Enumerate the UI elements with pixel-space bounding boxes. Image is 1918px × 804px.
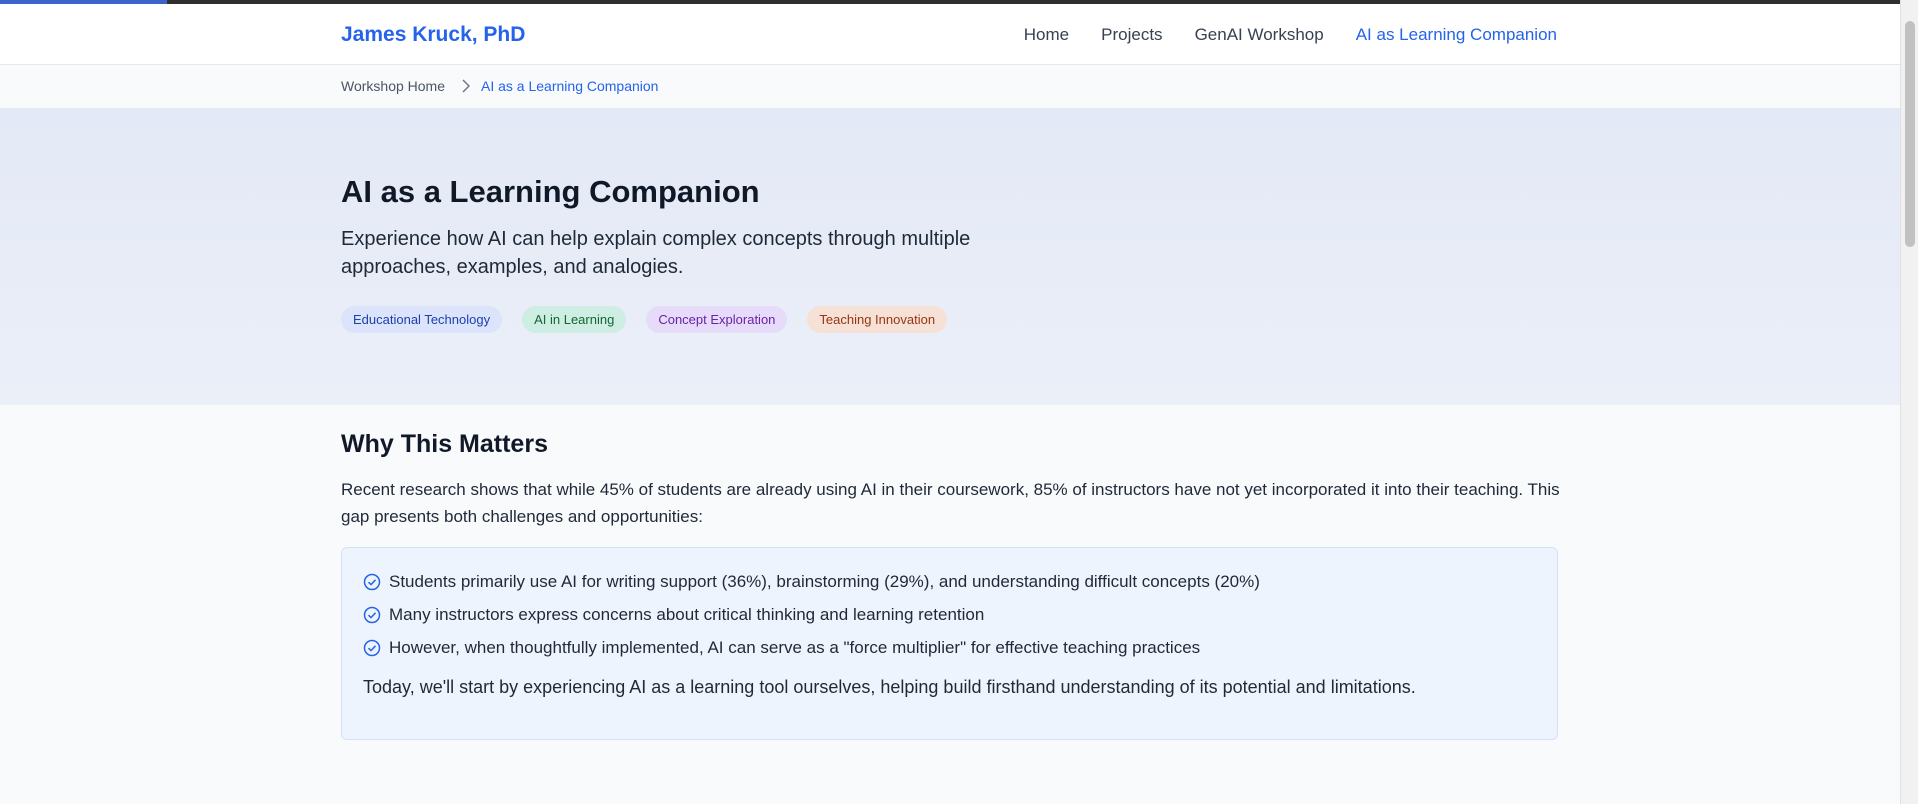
chevron-right-icon xyxy=(462,79,471,93)
nav-home[interactable]: Home xyxy=(1024,25,1069,45)
page-title: AI as a Learning Companion xyxy=(341,174,760,209)
breadcrumb-current: AI as a Learning Companion xyxy=(481,78,659,94)
vertical-scrollbar[interactable] xyxy=(1900,0,1918,804)
check-circle-icon xyxy=(363,606,381,623)
site-header: James Kruck, PhD Home Projects GenAI Wor… xyxy=(0,4,1900,65)
browser-viewport: James Kruck, PhD Home Projects GenAI Wor… xyxy=(0,0,1918,804)
main-nav: Home Projects GenAI Workshop AI as Learn… xyxy=(1024,25,1557,45)
nav-projects[interactable]: Projects xyxy=(1101,25,1162,45)
breadcrumb-bar: Workshop Home AI as a Learning Companion xyxy=(0,66,1900,109)
key-point-text: Many instructors express concerns about … xyxy=(389,604,985,624)
key-points-callout: Students primarily use AI for writing su… xyxy=(341,547,1558,740)
tag-educational-technology: Educational Technology xyxy=(341,306,503,333)
check-circle-icon xyxy=(363,573,381,590)
section-title-why-this-matters: Why This Matters xyxy=(341,430,548,458)
key-point-text: However, when thoughtfully implemented, … xyxy=(389,637,1201,657)
tag-list: Educational Technology AI in Learning Co… xyxy=(341,306,948,333)
hero-section: AI as a Learning Companion Experience ho… xyxy=(0,109,1900,405)
key-points-list: Students primarily use AI for writing su… xyxy=(363,570,1260,669)
breadcrumb-workshop-home[interactable]: Workshop Home xyxy=(341,78,445,94)
list-item: Many instructors express concerns about … xyxy=(363,603,1260,626)
tag-ai-in-learning: AI in Learning xyxy=(522,306,627,333)
key-point-text: Students primarily use AI for writing su… xyxy=(389,571,1260,591)
tag-concept-exploration: Concept Exploration xyxy=(646,306,788,333)
page-content: James Kruck, PhD Home Projects GenAI Wor… xyxy=(0,0,1900,804)
scrollbar-thumb[interactable] xyxy=(1905,21,1915,247)
check-circle-icon xyxy=(363,639,381,656)
nav-genai-workshop[interactable]: GenAI Workshop xyxy=(1195,25,1324,45)
breadcrumb: Workshop Home AI as a Learning Companion xyxy=(341,78,658,94)
tag-teaching-innovation: Teaching Innovation xyxy=(807,306,948,333)
callout-footer-text: Today, we'll start by experiencing AI as… xyxy=(363,677,1416,697)
list-item: However, when thoughtfully implemented, … xyxy=(363,636,1260,659)
page-subtitle: Experience how AI can help explain compl… xyxy=(341,228,971,278)
nav-ai-learning-companion[interactable]: AI as Learning Companion xyxy=(1356,25,1557,45)
section-intro: Recent research shows that while 45% of … xyxy=(341,480,1560,526)
site-brand-link[interactable]: James Kruck, PhD xyxy=(341,23,525,47)
list-item: Students primarily use AI for writing su… xyxy=(363,570,1260,593)
